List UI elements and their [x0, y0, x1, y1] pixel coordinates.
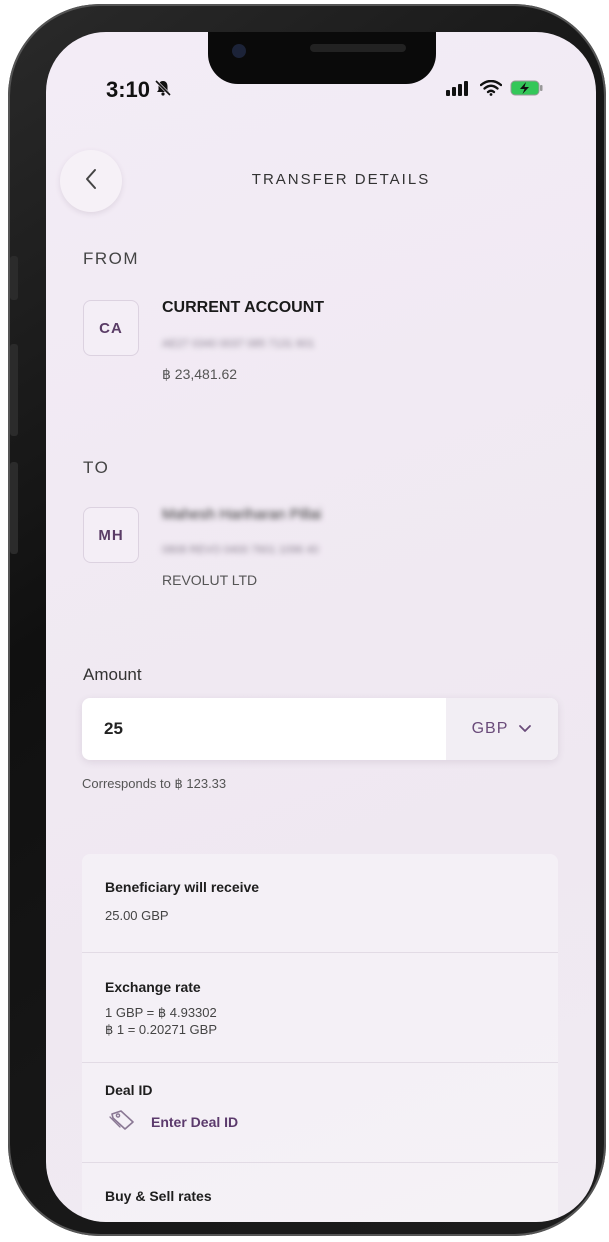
volume-down-button: [10, 462, 18, 554]
camera: [232, 44, 246, 58]
from-balance: ฿ 23,481.62: [162, 366, 238, 382]
time-text: 3:10: [106, 77, 151, 102]
currency-dropdown[interactable]: GBP: [446, 698, 558, 760]
tag-icon: [109, 1108, 137, 1135]
enter-deal-id-link[interactable]: Enter Deal ID: [109, 1108, 238, 1135]
from-account-name: CURRENT ACCOUNT: [162, 299, 325, 316]
to-account-name: Mahesh Hariharan Pillai: [162, 506, 321, 524]
from-label: FROM: [83, 249, 140, 268]
notch: [208, 32, 436, 84]
mute-switch: [10, 256, 18, 300]
chevron-down-icon: [518, 720, 532, 738]
to-account-number-text: 0808 REVO 0400 7601 1096 40: [162, 544, 319, 556]
to-bank-name: REVOLUT LTD: [162, 572, 258, 588]
screen: 3:10 TRANSFER DETAILS FROM CA CURRENT AC…: [46, 32, 596, 1222]
to-account-number: 0808 REVO 0400 7601 1096 40: [162, 540, 319, 556]
from-account-number-text: AE27 0340 0037 085 7131 601: [162, 338, 315, 350]
to-label: TO: [83, 458, 110, 477]
divider: [82, 952, 558, 953]
divider: [82, 1162, 558, 1163]
enter-deal-id-text: Enter Deal ID: [151, 1113, 239, 1130]
amount-label: Amount: [83, 665, 142, 684]
page-title: TRANSFER DETAILS: [251, 171, 431, 188]
volume-up-button: [10, 344, 18, 436]
exchange-rate-line-1: 1 GBP = ฿ 4.93302: [105, 1005, 217, 1020]
corresponds-text: Corresponds to ฿ 123.33: [82, 776, 227, 791]
exchange-rate-title: Exchange rate: [105, 979, 201, 995]
status-icons: [446, 79, 544, 102]
from-avatar: CA: [83, 300, 139, 356]
status-time: 3:10: [106, 77, 172, 103]
exchange-rate-line-2: ฿ 1 = 0.20271 GBP: [105, 1022, 217, 1037]
wifi-icon: [479, 79, 503, 101]
buy-sell-rates-title[interactable]: Buy & Sell rates: [105, 1188, 212, 1204]
from-initials: CA: [99, 319, 123, 337]
deal-id-title: Deal ID: [105, 1082, 153, 1098]
to-avatar: MH: [83, 507, 139, 563]
speaker: [310, 44, 406, 52]
currency-value: GBP: [471, 720, 509, 737]
amount-field: GBP: [82, 698, 558, 760]
beneficiary-receive-title: Beneficiary will receive: [105, 879, 260, 895]
beneficiary-receive-value: 25.00 GBP: [105, 908, 169, 923]
bell-slash-icon: [154, 77, 172, 103]
to-initials: MH: [98, 526, 124, 544]
battery-charging-icon: [510, 79, 544, 102]
from-account-number: AE27 0340 0037 085 7131 601: [162, 334, 314, 350]
amount-input[interactable]: [82, 698, 444, 760]
divider: [82, 1062, 558, 1063]
phone-frame: 3:10 TRANSFER DETAILS FROM CA CURRENT AC…: [8, 4, 606, 1236]
to-account-name-text: Mahesh Hariharan Pillai: [162, 506, 322, 523]
signal-icon: [446, 80, 472, 101]
